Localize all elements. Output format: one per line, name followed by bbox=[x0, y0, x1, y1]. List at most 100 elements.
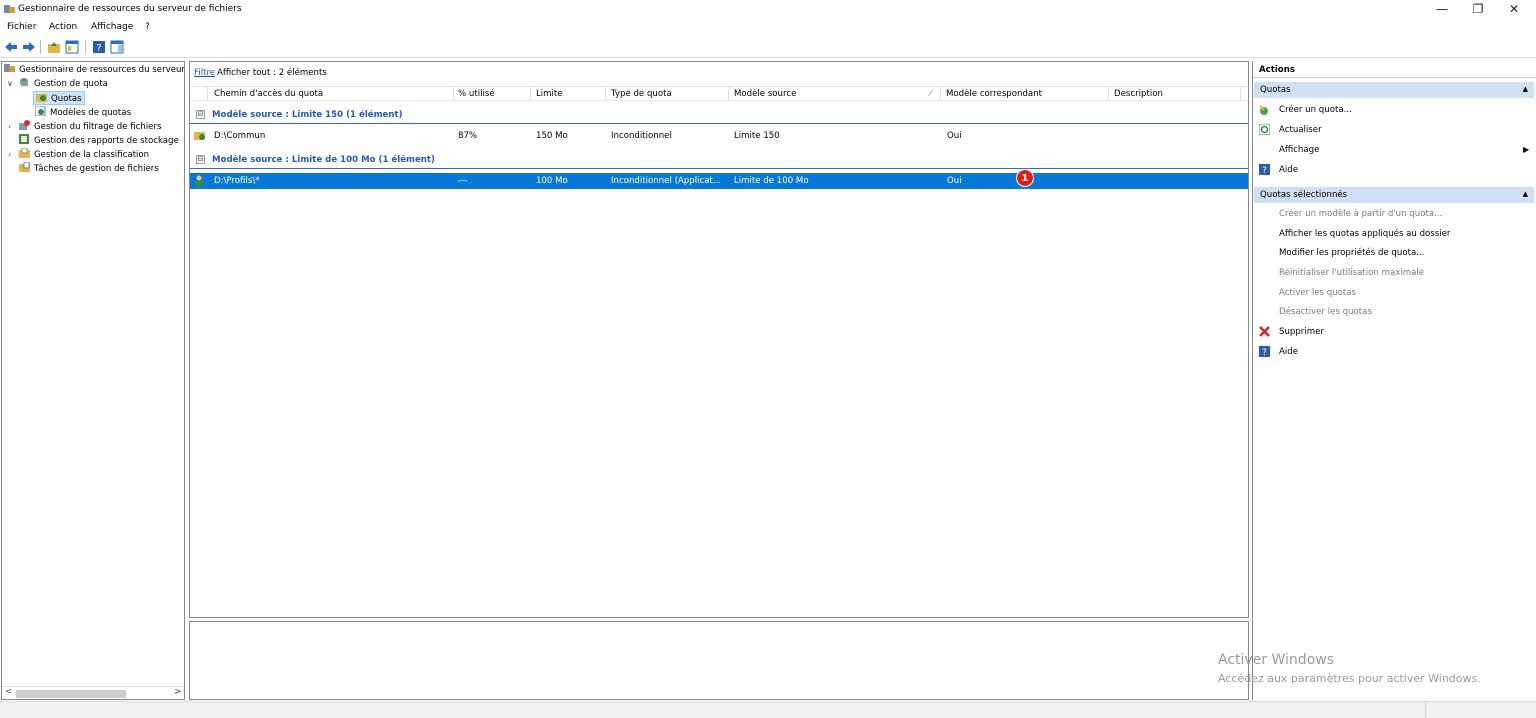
create-quota-icon bbox=[1259, 105, 1268, 115]
actions-section-quotas[interactable]: Quotas ▲ bbox=[1254, 82, 1534, 98]
detail-pane bbox=[189, 621, 1249, 700]
tree-item-rapports[interactable]: Gestion des rapports de stockage bbox=[19, 134, 179, 148]
action-afficher-quotas[interactable]: Afficher les quotas appliqués au dossier bbox=[1279, 227, 1450, 241]
tree-horizontal-scrollbar[interactable]: < > bbox=[2, 686, 184, 699]
submenu-arrow-icon: ▶ bbox=[1523, 145, 1530, 154]
action-creer-quota[interactable]: Créer un quota... bbox=[1279, 103, 1352, 117]
action-modifier-proprietes[interactable]: Modifier les propriétés de quota... bbox=[1279, 246, 1424, 260]
group-label: Modèle source : Limite 150 (1 élément) bbox=[212, 110, 403, 120]
help-icon: ? bbox=[1259, 164, 1270, 175]
menu-help[interactable]: ? bbox=[145, 22, 150, 32]
column-separator bbox=[453, 87, 454, 101]
cell-limit: 150 Mo bbox=[536, 131, 568, 141]
tree-root[interactable]: Gestionnaire de ressources du serveur bbox=[4, 63, 185, 77]
cell-path: D:\Commun bbox=[214, 131, 266, 141]
window-title: Gestionnaire de ressources du serveur de… bbox=[18, 4, 242, 14]
menu-action[interactable]: Action bbox=[49, 22, 77, 32]
cell-path: D:\Profils\* bbox=[214, 176, 260, 186]
column-header: Chemin d'accès du quota % utilisé Limite… bbox=[190, 86, 1248, 101]
help-icon: ? bbox=[1259, 346, 1270, 357]
cell-source: Limite 150 bbox=[734, 131, 780, 141]
action-actualiser[interactable]: Actualiser bbox=[1279, 123, 1322, 137]
server-icon bbox=[4, 64, 15, 72]
activation-watermark-text: Accédez aux paramètres pour activer Wind… bbox=[1218, 672, 1481, 685]
close-button[interactable]: ✕ bbox=[1500, 0, 1528, 19]
forward-arrow-icon[interactable] bbox=[22, 40, 36, 54]
table-row-selected[interactable]: D:\Profils\* --- 100 Mo Inconditionnel (… bbox=[190, 173, 1248, 189]
toolbar-separator bbox=[85, 40, 86, 54]
tree-item-label: Modèles de quotas bbox=[50, 108, 132, 118]
group-collapse-icon[interactable]: ⊟ bbox=[196, 110, 205, 119]
tree-item-filtrage[interactable]: Gestion du filtrage de fichiers bbox=[19, 120, 161, 134]
activation-watermark-title: Activer Windows bbox=[1218, 652, 1335, 668]
col-modele-source[interactable]: Modèle source bbox=[734, 89, 796, 99]
cell-type: Inconditionnel bbox=[611, 131, 672, 141]
col-limite[interactable]: Limite bbox=[536, 89, 563, 99]
column-separator bbox=[1240, 87, 1241, 101]
column-separator bbox=[940, 87, 941, 101]
svg-text:?: ? bbox=[1262, 348, 1267, 357]
tree-expander-classification[interactable]: › bbox=[8, 148, 16, 162]
group-header[interactable]: ⊟ Modèle source : Limite de 100 Mo (1 él… bbox=[190, 153, 1248, 169]
back-arrow-icon[interactable] bbox=[4, 40, 18, 54]
show-hide-tree-icon[interactable] bbox=[65, 40, 79, 54]
col-chemin[interactable]: Chemin d'accès du quota bbox=[214, 89, 323, 99]
callout-badge: 1 bbox=[1016, 169, 1034, 187]
cell-type: Inconditionnel (Applicat... bbox=[611, 176, 722, 186]
actions-header: Actions bbox=[1253, 61, 1536, 78]
action-aide[interactable]: Aide bbox=[1279, 163, 1298, 177]
file-screen-icon bbox=[19, 120, 30, 130]
column-separator bbox=[1108, 87, 1109, 101]
restore-button[interactable]: ❐ bbox=[1464, 0, 1492, 19]
scroll-right-button[interactable]: > bbox=[174, 687, 182, 697]
collapse-icon[interactable]: ▲ bbox=[1523, 190, 1528, 198]
group-header[interactable]: ⊟ Modèle source : Limite 150 (1 élément) bbox=[190, 108, 1248, 124]
tree-item-label: Gestion du filtrage de fichiers bbox=[34, 122, 162, 132]
table-row[interactable]: D:\Commun 87% 150 Mo Inconditionnel Limi… bbox=[190, 128, 1248, 144]
tree-item-quotas[interactable]: Quotas bbox=[33, 91, 85, 105]
minimize-button[interactable]: — bbox=[1428, 0, 1456, 19]
cell-match: Oui bbox=[947, 176, 962, 186]
col-type[interactable]: Type de quota bbox=[611, 89, 672, 99]
tree-item-label: Gestion des rapports de stockage bbox=[34, 136, 179, 146]
tree-expander-quota[interactable]: ∨ bbox=[7, 77, 15, 91]
status-bar bbox=[0, 701, 1536, 718]
quota-management-icon bbox=[20, 78, 28, 86]
quota-folder-icon bbox=[194, 132, 205, 140]
tree-root-label: Gestionnaire de ressources du serveur bbox=[19, 65, 185, 75]
tree-item-classification[interactable]: Gestion de la classification bbox=[19, 148, 149, 162]
action-affichage[interactable]: Affichage bbox=[1279, 143, 1319, 157]
action-activer: Activer les quotas bbox=[1279, 288, 1357, 298]
action-creer-modele: Créer un modèle à partir d'un quota... bbox=[1279, 209, 1443, 219]
status-bar-divider bbox=[1425, 701, 1426, 718]
action-aide-selection[interactable]: Aide bbox=[1279, 345, 1298, 359]
menu-fichier[interactable]: Fichier bbox=[7, 22, 36, 32]
action-supprimer[interactable]: Supprimer bbox=[1279, 325, 1324, 339]
filter-bar: Filtre Afficher tout : 2 éléments bbox=[190, 62, 1248, 80]
col-modele-correspondant[interactable]: Modèle correspondant bbox=[946, 89, 1042, 99]
tree-item-label: Gestion de la classification bbox=[34, 150, 150, 160]
actions-section-quotas-selectionnes[interactable]: Quotas sélectionnés ▲ bbox=[1254, 187, 1534, 203]
help-icon[interactable]: ? bbox=[92, 40, 106, 54]
scroll-thumb[interactable] bbox=[16, 690, 126, 698]
refresh-icon bbox=[1259, 124, 1270, 135]
quota-template-icon bbox=[35, 106, 46, 116]
app-icon bbox=[4, 5, 15, 13]
col-description[interactable]: Description bbox=[1114, 89, 1163, 99]
tree-item-gestion-quota[interactable]: Gestion de quota bbox=[19, 77, 108, 91]
delete-icon bbox=[1259, 326, 1270, 337]
menu-affichage[interactable]: Affichage bbox=[91, 22, 133, 32]
collapse-icon[interactable]: ▲ bbox=[1523, 85, 1528, 93]
tree-item-label: Quotas bbox=[51, 94, 82, 104]
tree-expander-filtrage[interactable]: › bbox=[8, 120, 16, 134]
quota-list-pane: Filtre Afficher tout : 2 éléments Chemin… bbox=[189, 61, 1249, 618]
scroll-left-button[interactable]: < bbox=[5, 687, 13, 697]
tree-item-modeles-quotas[interactable]: Modèles de quotas bbox=[35, 106, 131, 120]
filter-link[interactable]: Filtre bbox=[194, 68, 215, 78]
tree-item-taches[interactable]: Tâches de gestion de fichiers bbox=[19, 162, 159, 176]
group-collapse-icon[interactable]: ⊟ bbox=[196, 155, 205, 164]
up-folder-icon[interactable] bbox=[47, 40, 61, 54]
col-utilise[interactable]: % utilisé bbox=[458, 89, 495, 99]
filter-summary: Afficher tout : 2 éléments bbox=[217, 68, 327, 78]
show-action-pane-icon[interactable] bbox=[110, 40, 124, 54]
